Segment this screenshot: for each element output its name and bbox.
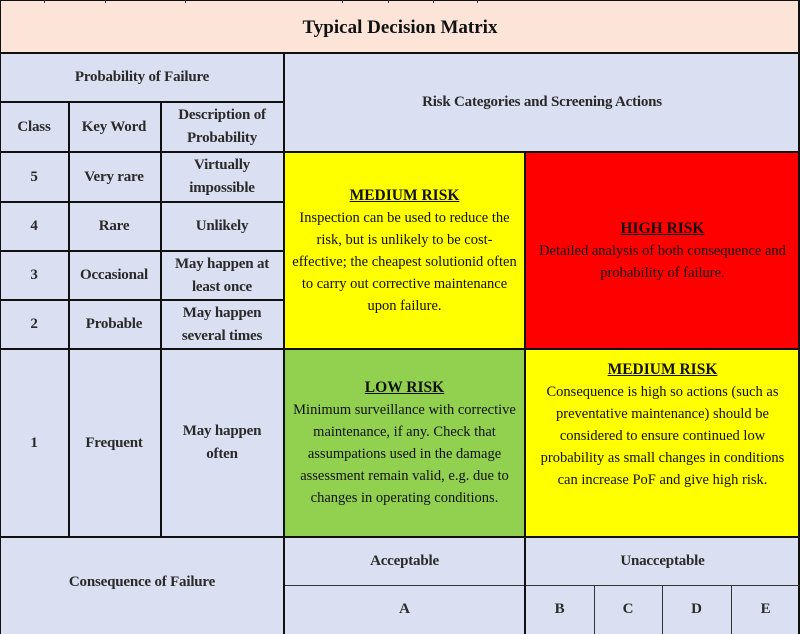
row-4-class: 4 (0, 202, 68, 251)
unacceptable-text: Unacceptable (620, 552, 705, 569)
page-title: Typical Decision Matrix (0, 3, 800, 53)
risk-text: Inspection can be used to reduce the ris… (292, 209, 517, 314)
title-text: Typical Decision Matrix (302, 17, 498, 38)
row-description-text: May happen at least once (174, 255, 270, 295)
row-description-text: May happen several times (181, 304, 263, 344)
risk-title: HIGH RISK (620, 219, 705, 237)
grid-line (477, 0, 478, 3)
grid-line (524, 152, 526, 634)
row-key-word-text: Very rare (84, 168, 144, 185)
consequence-class-text: D (691, 601, 702, 617)
grid-line (0, 0, 800, 1)
risk-cell-medium-upper: MEDIUM RISK Inspection can be used to re… (284, 152, 525, 349)
grid-line (0, 151, 800, 153)
row-1-class: 1 (0, 349, 68, 537)
row-5-class: 5 (0, 152, 68, 202)
consequence-class-text: B (554, 601, 565, 617)
grid-line (731, 585, 732, 634)
row-5-description: Virtually impossible (160, 152, 284, 202)
grid-line (44, 0, 45, 3)
grid-line (662, 585, 663, 634)
grid-line (160, 102, 162, 537)
risk-text: Detailed analysis of both consequence an… (539, 242, 786, 281)
consequence-class-b: B (525, 585, 594, 634)
row-2-key-word: Probable (68, 300, 160, 349)
grid-line (185, 0, 186, 3)
grid-line (594, 585, 595, 634)
column-header-description: Description of Probability (160, 102, 284, 152)
acceptable-text: Acceptable (370, 552, 439, 569)
grid-line (283, 53, 285, 634)
column-header-class: Class (0, 102, 68, 152)
grid-line (0, 0, 1, 634)
row-description-text: Virtually impossible (189, 157, 255, 196)
grid-line (0, 101, 284, 103)
row-4-key-word: Rare (68, 202, 160, 251)
row-description-text: May happen often (182, 423, 262, 462)
row-class-text: 5 (30, 168, 38, 185)
row-key-word-text: Probable (85, 316, 143, 332)
grid-line (105, 0, 106, 3)
grid-line (388, 0, 389, 3)
acceptable-header: Acceptable (284, 537, 525, 585)
row-class-text: 4 (30, 218, 38, 234)
row-1-description: May happen often (160, 349, 284, 537)
row-5-key-word: Very rare (68, 152, 160, 202)
risk-cell-medium-lower: MEDIUM RISK Consequence is high so actio… (525, 349, 800, 537)
row-key-word-text: Rare (98, 218, 130, 234)
risk-title: MEDIUM RISK (349, 186, 460, 204)
column-header-description-text: Description of Probability (178, 107, 266, 146)
risk-title: LOW RISK (364, 379, 445, 396)
row-class-text: 3 (30, 267, 38, 283)
consequence-label: Consequence of Failure (0, 537, 284, 634)
risk-header-text: Risk Categories and Screening Actions (422, 94, 662, 110)
risk-text: Minimum surveillance with corrective mai… (293, 402, 516, 506)
row-key-word-text: Occasional (80, 267, 148, 283)
row-2-class: 2 (0, 300, 68, 349)
row-class-text: 2 (30, 316, 38, 332)
row-4-description: Unlikely (160, 202, 284, 251)
consequence-class-text: C (622, 601, 634, 617)
grid-line (0, 52, 800, 54)
grid-line (0, 250, 284, 252)
column-header-class-text: Class (17, 118, 51, 135)
risk-text: Consequence is high so actions (such as … (540, 384, 785, 488)
probability-header-text: Probability of Failure (74, 69, 210, 85)
consequence-label-text: Consequence of Failure (68, 574, 216, 590)
row-key-word-text: Frequent (85, 434, 143, 451)
risk-cell-high: HIGH RISK Detailed analysis of both cons… (525, 152, 800, 349)
unacceptable-header: Unacceptable (525, 537, 800, 585)
risk-cell-low: LOW RISK Minimum surveillance with corre… (284, 349, 525, 537)
risk-title: MEDIUM RISK (607, 361, 718, 378)
row-3-class: 3 (0, 251, 68, 300)
grid-line (342, 0, 343, 3)
consequence-class-a: A (284, 585, 525, 634)
grid-line (0, 348, 800, 350)
consequence-class-d: D (662, 585, 731, 634)
grid-line (0, 536, 800, 538)
column-header-key-word-text: Key Word (81, 118, 147, 135)
risk-categories-header: Risk Categories and Screening Actions (284, 53, 800, 152)
row-3-key-word: Occasional (68, 251, 160, 300)
consequence-class-text: A (399, 601, 410, 617)
grid-line (433, 0, 434, 3)
row-class-text: 1 (30, 434, 38, 451)
probability-header: Probability of Failure (0, 53, 284, 102)
column-header-key-word: Key Word (68, 102, 160, 152)
consequence-class-c: C (594, 585, 662, 634)
row-description-text: Unlikely (195, 218, 249, 234)
row-2-description: May happen several times (160, 300, 284, 349)
grid-line (68, 102, 70, 537)
row-1-key-word: Frequent (68, 349, 160, 537)
grid-line (0, 299, 284, 301)
consequence-class-e: E (731, 585, 800, 634)
grid-line (284, 585, 800, 586)
row-3-description: May happen at least once (160, 251, 284, 300)
consequence-class-text: E (760, 601, 771, 617)
grid-line (0, 201, 284, 203)
